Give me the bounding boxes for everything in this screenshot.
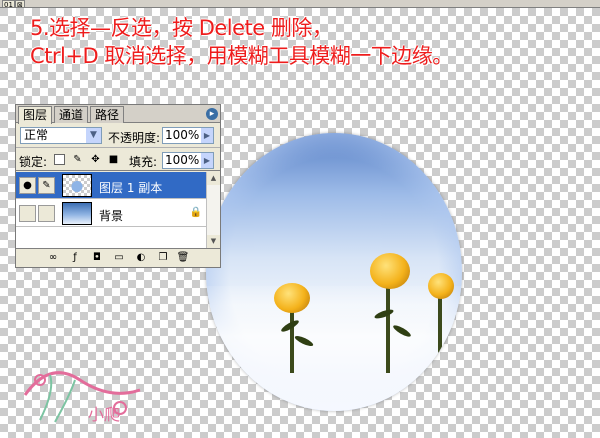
layer-scrollbar[interactable]: ▲ ▼ bbox=[206, 172, 220, 248]
adjustment-icon[interactable]: ◐ bbox=[134, 251, 148, 265]
scroll-up-icon[interactable]: ▲ bbox=[207, 172, 220, 185]
lock-label: 锁定: bbox=[19, 155, 48, 169]
lock-transparency-icon[interactable] bbox=[54, 154, 65, 165]
layer-row-background[interactable]: 背景 🔒 bbox=[16, 200, 206, 227]
blend-mode-select[interactable]: 正常 ▼ bbox=[20, 127, 102, 144]
tab-paths[interactable]: 路径 bbox=[90, 106, 125, 123]
layer-thumbnail bbox=[62, 202, 92, 225]
opacity-value: 100% bbox=[165, 128, 200, 142]
snow-ground bbox=[206, 285, 462, 411]
layer-name: 图层 1 副本 bbox=[99, 181, 163, 195]
lock-pixels-icon[interactable]: ✎ bbox=[72, 154, 83, 165]
caption-line-2: Ctrl+D 取消选择，用模糊工具模糊一下边缘。 bbox=[30, 44, 453, 68]
fill-field[interactable]: 100% ▶ bbox=[162, 152, 214, 169]
close-icon[interactable]: ⊠ bbox=[15, 0, 25, 9]
layer-thumbnail bbox=[62, 174, 92, 197]
opacity-field[interactable]: 100% ▶ bbox=[162, 127, 214, 144]
fill-value: 100% bbox=[165, 153, 200, 167]
mask-icon[interactable]: ◘ bbox=[90, 251, 104, 265]
flower-stem bbox=[438, 293, 442, 373]
lock-fill-row: 锁定: ✎ ✥ ■ 填充: 100% ▶ bbox=[16, 149, 220, 171]
lock-icon: 🔒 bbox=[189, 207, 202, 218]
fx-icon[interactable]: ƒ bbox=[68, 251, 82, 265]
fill-slider-arrow-icon[interactable]: ▶ bbox=[201, 153, 213, 168]
caption-line-1: 5.选择—反选，按 Delete 删除， bbox=[30, 16, 333, 40]
layers-palette: 图层 通道 路径 ▸ 正常 ▼ 不透明度: 100% ▶ 锁定: ✎ ✥ ■ 填… bbox=[15, 104, 221, 268]
lock-all-icon[interactable]: ■ bbox=[108, 154, 119, 165]
blend-opacity-row: 正常 ▼ 不透明度: 100% ▶ bbox=[16, 124, 220, 148]
document-tab-number[interactable]: 01 bbox=[2, 0, 15, 9]
trash-icon[interactable]: 🗑 bbox=[176, 251, 190, 265]
visibility-toggle[interactable] bbox=[19, 205, 36, 222]
layer-name: 背景 bbox=[99, 209, 124, 223]
chevron-down-icon[interactable]: ▼ bbox=[86, 128, 101, 143]
watermark-logo: 小爬 bbox=[23, 371, 141, 424]
tab-channels[interactable]: 通道 bbox=[54, 106, 89, 123]
palette-menu-arrow-icon[interactable]: ▸ bbox=[206, 108, 218, 120]
layer-row-copy[interactable]: ● ✎ 图层 1 副本 bbox=[16, 172, 206, 199]
eye-icon[interactable]: ● bbox=[19, 177, 36, 194]
brush-icon[interactable]: ✎ bbox=[38, 177, 55, 194]
yellow-flower bbox=[370, 253, 410, 289]
palette-tabs: 图层 通道 路径 ▸ bbox=[16, 105, 220, 124]
tab-layers[interactable]: 图层 bbox=[18, 106, 53, 124]
flower-stem bbox=[386, 281, 390, 373]
fill-label: 填充: bbox=[129, 155, 158, 169]
opacity-label: 不透明度: bbox=[108, 131, 161, 145]
link-toggle[interactable] bbox=[38, 205, 55, 222]
blend-mode-value: 正常 bbox=[24, 128, 49, 142]
watermark-text: 小爬 bbox=[88, 405, 120, 424]
opacity-slider-arrow-icon[interactable]: ▶ bbox=[201, 128, 213, 143]
flower-stem bbox=[290, 303, 294, 373]
layer-list: ● ✎ 图层 1 副本 背景 🔒 bbox=[16, 172, 206, 248]
folder-icon[interactable]: ▭ bbox=[112, 251, 126, 265]
lock-position-icon[interactable]: ✥ bbox=[90, 154, 101, 165]
yellow-flower bbox=[428, 273, 454, 299]
scroll-down-icon[interactable]: ▼ bbox=[207, 235, 220, 248]
link-icon[interactable]: ∞ bbox=[46, 251, 60, 265]
new-layer-icon[interactable]: ❐ bbox=[156, 251, 170, 265]
yellow-flower bbox=[274, 283, 310, 313]
glass-sphere-image bbox=[206, 133, 462, 411]
palette-bottom-bar: ∞ ƒ ◘ ▭ ◐ ❐ 🗑 bbox=[16, 248, 220, 267]
document-tab-strip: 01 ⊠ bbox=[0, 0, 600, 9]
